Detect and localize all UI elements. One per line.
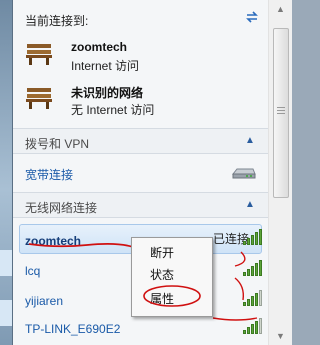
menu-item-disconnect[interactable]: 断开 <box>132 240 212 262</box>
scrollbar-thumb[interactable] <box>273 28 289 198</box>
scroll-up-arrow-icon[interactable]: ▲ <box>269 0 292 18</box>
menu-item-status[interactable]: 状态 <box>132 262 212 284</box>
network-list: 当前连接到: zoomtech Internet 访问 未识别的网络 无 Int… <box>13 0 268 345</box>
network-panel: 当前连接到: zoomtech Internet 访问 未识别的网络 无 Int… <box>12 0 292 345</box>
context-menu: 断开 状态 属性 <box>131 237 213 317</box>
annotation-circle <box>143 285 201 307</box>
background-window-strip <box>0 0 12 345</box>
scrollbar[interactable]: ▲ ▼ <box>268 0 292 345</box>
background-fragment <box>0 300 12 326</box>
background-fragment <box>0 250 12 276</box>
scroll-down-arrow-icon[interactable]: ▼ <box>269 327 292 345</box>
